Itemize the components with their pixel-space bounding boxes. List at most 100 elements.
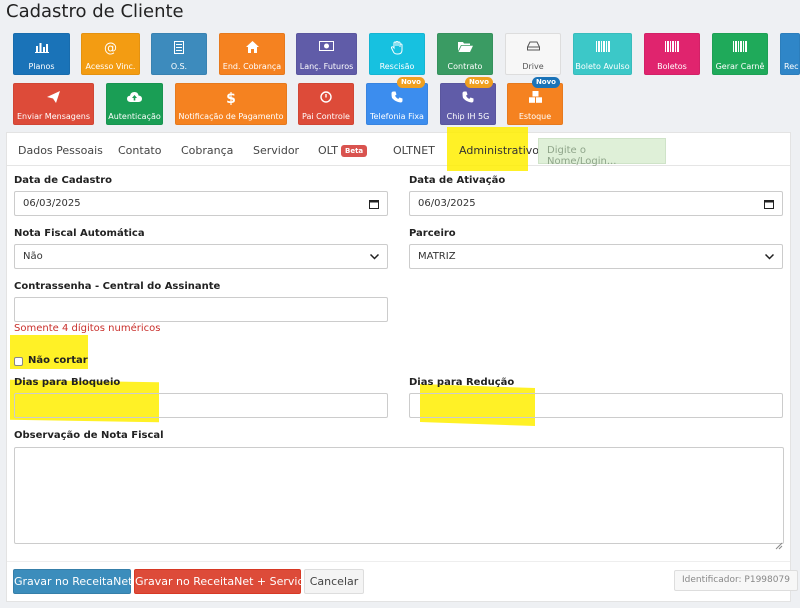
nao-cortar-checkbox[interactable] [14,357,23,366]
nota-fiscal-label: Nota Fiscal Automática [14,228,145,239]
observacao-textarea[interactable] [14,447,784,544]
nota-fiscal-select[interactable]: Não [14,244,388,269]
tile-label: O.S. [170,62,188,71]
at-sign-icon: @ [104,41,117,56]
observacao-label: Observação de Nota Fiscal [14,430,164,441]
tab-cobranca[interactable]: Cobrança [181,133,233,166]
tile-planos[interactable]: Planos [13,33,70,75]
tile-label: Boleto Avulso [575,62,630,71]
tab-olt-label: OLT [318,144,338,157]
cloud-upload-icon [107,91,162,107]
tile-contrato[interactable]: Contrato [437,33,493,75]
tile-label: Drive [522,62,544,71]
tile-telefonia-fixa[interactable]: Novo Telefonia Fixa [366,77,428,125]
dollar-icon: $ [226,91,236,107]
chevron-down-icon [764,245,775,269]
tile-label: Telefonia Fixa [370,112,424,121]
tile-label: Autenticação [108,112,161,121]
nota-fiscal-value: Não [23,251,43,262]
document-icon [152,41,206,57]
tile-estoque[interactable]: Novo Estoque [507,77,563,125]
tile-autenticacao[interactable]: Autenticação [106,83,163,125]
tab-olt[interactable]: OLT Beta [318,133,368,166]
data-ativacao-label: Data de Ativação [409,175,506,186]
hard-drive-icon [506,41,560,57]
tile-gerar-carne[interactable]: Gerar Carnê [712,33,768,75]
tile-boletos[interactable]: Boletos [644,33,700,75]
tile-label: Estoque [518,112,552,121]
tile-chip-ih-5g[interactable]: Novo Chip IH 5G [440,77,496,125]
client-search-input[interactable]: Digite o Nome/Login... [538,138,666,167]
home-icon [220,41,284,57]
calendar-icon[interactable] [764,192,774,218]
tile-rescisao[interactable]: Rescisão [369,33,425,75]
tile-label: Lanç. Futuros [299,62,354,71]
tile-os[interactable]: O.S. [151,33,207,75]
tab-servidor[interactable]: Servidor [253,133,299,166]
parceiro-select[interactable]: MATRIZ [409,244,783,269]
tile-rec[interactable]: Rec [780,33,800,75]
cubes-icon [508,91,562,107]
phone-icon [441,91,495,107]
tile-label: Boletos [657,62,687,71]
tile-label: Planos [28,62,55,71]
tile-lanc-futuros[interactable]: Lanç. Futuros [296,33,357,75]
dias-reducao-label: Dias para Redução [409,377,515,388]
tile-acesso-vinc[interactable]: @ Acesso Vinc. [81,33,140,75]
footer-divider [7,561,790,562]
money-icon [297,41,356,57]
contrassenha-label: Contrassenha - Central do Assinante [14,281,221,292]
contrassenha-input[interactable] [14,297,388,322]
save-button[interactable]: Gravar no ReceitaNet [13,569,132,594]
dias-bloqueio-input[interactable] [14,393,388,418]
tab-administrativo[interactable]: Administrativo [459,133,539,166]
contrassenha-hint: Somente 4 dígitos numéricos [14,323,161,334]
tab-contato[interactable]: Contato [118,133,161,166]
dias-reducao-input[interactable] [409,393,783,418]
tile-pai-controle[interactable]: Pai Controle [298,83,354,125]
barcode-icon [574,41,631,57]
receipt-icon [781,41,799,57]
tile-label: Rescisão [379,62,415,71]
dias-bloqueio-label: Dias para Bloqueio [14,377,121,388]
tab-oltnet[interactable]: OLTNET [393,133,435,166]
new-badge: Novo [396,77,425,88]
tile-label: Acesso Vinc. [85,62,136,71]
ban-icon [299,91,353,107]
tile-label: Rec [784,62,799,71]
tile-label: Notificação de Pagamento [178,112,284,121]
data-cadastro-input[interactable]: 06/03/2025 [14,191,388,216]
customer-form-panel: Dados Pessoais Contato Cobrança Servidor… [6,127,798,602]
data-cadastro-value: 06/03/2025 [23,198,81,209]
tile-label: Contrato [447,62,483,71]
new-badge: Novo [464,77,493,88]
tab-dados-pessoais[interactable]: Dados Pessoais [18,133,103,166]
new-badge: Novo [531,77,560,88]
save-server-button[interactable]: Gravar no ReceitaNet + Servidor [134,569,316,594]
phone-icon [367,91,427,107]
tile-label: Pai Controle [302,112,350,121]
cancel-button[interactable]: Cancelar [304,569,364,594]
tile-label: Chip IH 5G [446,112,490,121]
tile-label: Enviar Mensagens [16,112,91,121]
tile-notificacao-pagamento[interactable]: $ Notificação de Pagamento [175,83,287,125]
nao-cortar-label: Não cortar [28,355,88,366]
resize-handle-icon[interactable] [775,535,783,550]
calendar-icon[interactable] [369,192,379,218]
barcode-icon [713,41,767,57]
tile-label: Gerar Carnê [715,62,765,71]
page-title: Cadastro de Cliente [6,1,184,22]
folder-open-icon [438,41,492,57]
data-ativacao-input[interactable]: 06/03/2025 [409,191,783,216]
beta-badge: Beta [341,145,368,157]
tile-boleto-avulso[interactable]: Boleto Avulso [573,33,632,75]
chevron-down-icon [369,245,380,269]
tile-drive[interactable]: Drive [505,33,561,75]
tab-bar: Dados Pessoais Contato Cobrança Servidor… [7,127,790,171]
identifier-label: Identificador: P1998079 [674,570,798,591]
tile-enviar-mensagens[interactable]: Enviar Mensagens [13,83,94,125]
hand-icon [370,41,424,57]
tile-end-cobranca[interactable]: End. Cobrança [219,33,285,75]
tile-label: End. Cobrança [222,62,282,71]
paper-plane-icon [14,91,93,107]
